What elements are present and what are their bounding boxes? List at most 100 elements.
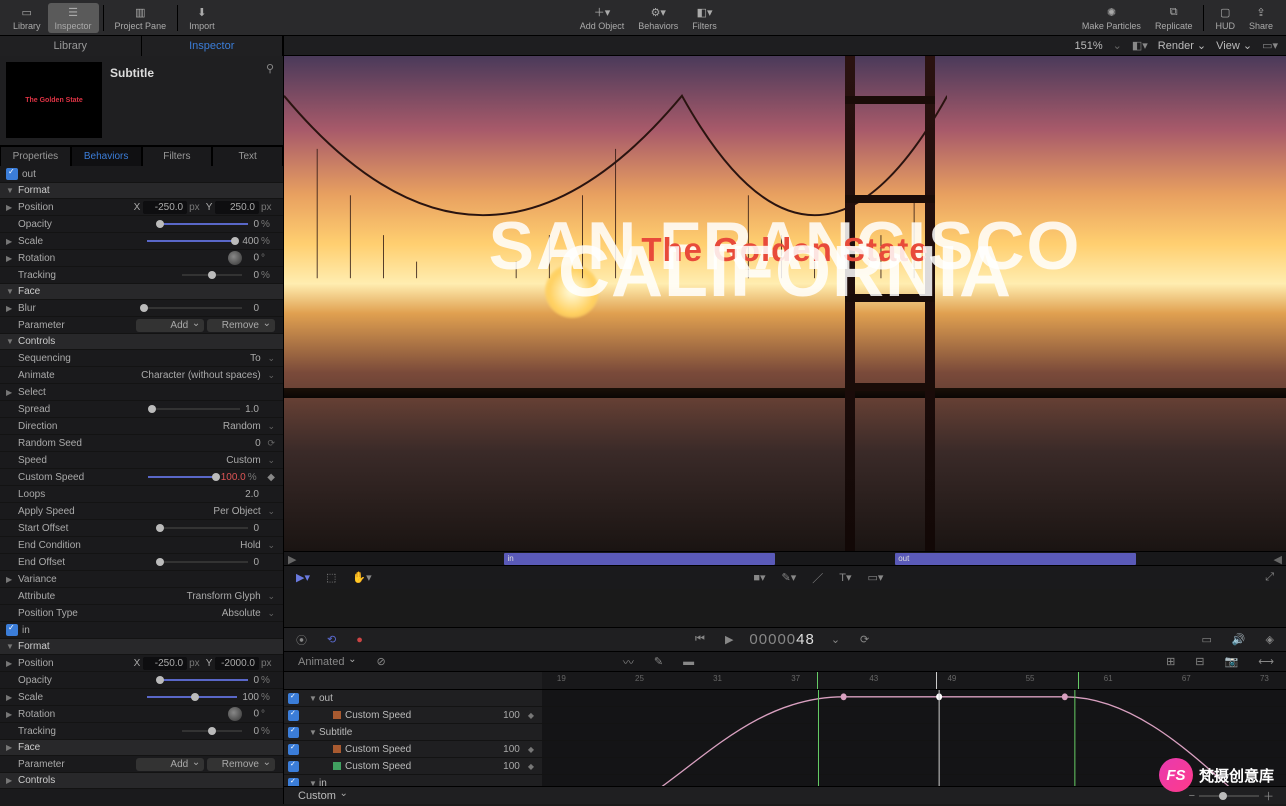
add-object-button[interactable]: ＋▾Add Object (573, 3, 632, 33)
record-icon-2[interactable]: ● (352, 632, 367, 648)
pos-x-field[interactable]: -250.0 (143, 201, 187, 214)
direction-value[interactable]: Random (223, 421, 261, 432)
line-tool[interactable]: ／ (808, 568, 827, 588)
hud-button[interactable]: ▢HUD (1208, 3, 1242, 33)
scale-disclosure[interactable]: ▶ (6, 237, 14, 246)
animated-dropdown[interactable]: Animated (292, 655, 360, 669)
sequencing-value[interactable]: To (250, 353, 261, 364)
mask-tool[interactable]: ▭▾ (864, 569, 888, 586)
tab-behaviors[interactable]: Behaviors (71, 146, 142, 166)
library-toggle[interactable]: ▭Library (6, 3, 48, 33)
layers-view-icon[interactable]: ▭ (1197, 631, 1215, 648)
custom-speed-value[interactable]: 100.0 (221, 472, 246, 483)
in-checkbox[interactable] (6, 624, 18, 636)
graph-icon[interactable]: 〰 (619, 652, 638, 672)
position-disclosure[interactable]: ▶ (6, 203, 14, 212)
zoom-level[interactable]: 151% (1075, 40, 1103, 52)
timeline-row[interactable]: Custom Speed100◆ (284, 741, 1286, 758)
import-button[interactable]: ⬇Import (182, 3, 222, 33)
pos-x2-field[interactable]: -250.0 (143, 657, 187, 670)
timecode[interactable]: 0000048 (749, 631, 814, 649)
canvas-viewport[interactable]: SAN FRANCISCO The Golden State CALIFORNI… (284, 56, 1286, 551)
face-disclosure[interactable]: ▼ (6, 287, 14, 296)
pin-icon[interactable]: ⚲ (263, 62, 277, 139)
row-checkbox[interactable] (288, 693, 299, 704)
library-tab[interactable]: Library (0, 36, 142, 56)
range-icon[interactable]: ⟷ (1254, 653, 1278, 670)
text-tool[interactable]: T▾ (835, 569, 855, 586)
remove-dropdown[interactable]: Remove (207, 319, 275, 332)
mini-clip-out[interactable]: out (895, 553, 1135, 565)
pos-y-field[interactable]: 250.0 (215, 201, 259, 214)
row-checkbox[interactable] (288, 744, 299, 755)
row-value[interactable]: 100 (499, 710, 524, 721)
controls-disclosure[interactable]: ▼ (6, 337, 14, 346)
blur-disclosure[interactable]: ▶ (6, 304, 14, 313)
start-offset-slider[interactable] (158, 527, 248, 529)
timeline-row[interactable]: ▼Subtitle (284, 724, 1286, 741)
inspector-tab[interactable]: Inspector (142, 36, 284, 56)
row-checkbox[interactable] (288, 761, 299, 772)
loops-value[interactable]: 2.0 (245, 489, 259, 500)
blur-slider[interactable] (142, 307, 242, 309)
behaviors-button[interactable]: ⚙▾Behaviors (631, 3, 685, 33)
edit-icon[interactable]: ✎ (650, 653, 667, 670)
audio-icon[interactable]: 🔊 (1228, 631, 1250, 648)
apply-speed-value[interactable]: Per Object (213, 506, 260, 517)
clear-icon[interactable]: ⊘ (372, 653, 389, 670)
row-checkbox[interactable] (288, 710, 299, 721)
custom-speed-slider[interactable] (148, 476, 218, 478)
timecode-menu[interactable]: ⌄ (827, 631, 844, 648)
project-pane-button[interactable]: ▥Project Pane (108, 3, 174, 33)
speed-value[interactable]: Custom (226, 455, 260, 466)
rotation-dial[interactable] (228, 251, 242, 265)
snapshot-icon[interactable]: 📷 (1221, 653, 1243, 670)
pos-y2-field[interactable]: -2000.0 (215, 657, 259, 670)
snap-rect-icon[interactable]: ▬ (679, 654, 698, 670)
rotation-disclosure[interactable]: ▶ (6, 254, 14, 263)
keyframe-view-icon[interactable]: ◈ (1262, 631, 1278, 648)
attribute-value[interactable]: Transform Glyph (187, 591, 261, 602)
random-seed-value[interactable]: 0 (255, 438, 261, 449)
opacity-slider[interactable] (158, 223, 248, 225)
timeline-ruler[interactable]: 19253137434955616773 (542, 672, 1286, 689)
color-channel-icon[interactable]: ◧▾ (1132, 39, 1148, 52)
mini-clip-in[interactable]: in (504, 553, 775, 565)
fill-tool[interactable]: ■▾ (749, 569, 769, 586)
variance-disclosure[interactable]: ▶ (6, 575, 14, 584)
row-checkbox[interactable] (288, 778, 299, 787)
select-tool[interactable]: ▶▾ (292, 569, 314, 586)
select-disclosure[interactable]: ▶ (6, 388, 14, 397)
row-value[interactable]: 100 (499, 761, 524, 772)
go-start-button[interactable]: ⏮ (691, 631, 709, 648)
expand-icon[interactable]: ⤢ (1261, 569, 1278, 586)
make-particles-button[interactable]: ✺Make Particles (1075, 3, 1148, 33)
overlay-icon[interactable]: ▭▾ (1262, 39, 1278, 52)
fit-icon[interactable]: ⊞ (1162, 653, 1179, 670)
record-icon[interactable]: ⦿ (292, 630, 311, 650)
tracking-slider[interactable] (182, 274, 242, 276)
keyframe-icon[interactable]: ◆ (524, 711, 538, 720)
end-offset-slider[interactable] (158, 561, 248, 563)
format-disclosure[interactable]: ▼ (6, 186, 14, 195)
pan-tool[interactable]: ✋▾ (348, 569, 375, 586)
playhead-end-icon[interactable]: ◀ (1274, 553, 1282, 566)
pen-tool[interactable]: ✎▾ (778, 569, 801, 586)
timeline-row[interactable]: Custom Speed100◆ (284, 707, 1286, 724)
row-value[interactable]: 100 (499, 744, 524, 755)
inspector-toggle[interactable]: ☰Inspector (48, 3, 99, 33)
keyframe-icon[interactable]: ◆ (524, 745, 538, 754)
position-type-value[interactable]: Absolute (222, 608, 261, 619)
playhead-start-icon[interactable]: ▶ (288, 553, 296, 566)
mini-timeline[interactable]: ▶ in out ◀ (284, 551, 1286, 565)
render-menu[interactable]: Render ⌄ (1158, 39, 1206, 52)
tab-text[interactable]: Text (212, 146, 283, 166)
transform-tool[interactable]: ⬚ (322, 569, 340, 586)
play-button[interactable]: ▶ (721, 631, 737, 648)
spread-slider[interactable] (150, 408, 240, 410)
animate-value[interactable]: Character (without spaces) (141, 370, 261, 381)
timeline-row[interactable]: ▼out (284, 690, 1286, 707)
timeline-row[interactable]: ▼in (284, 775, 1286, 786)
tab-filters[interactable]: Filters (142, 146, 213, 166)
loop-icon[interactable]: ⟲ (323, 631, 340, 648)
